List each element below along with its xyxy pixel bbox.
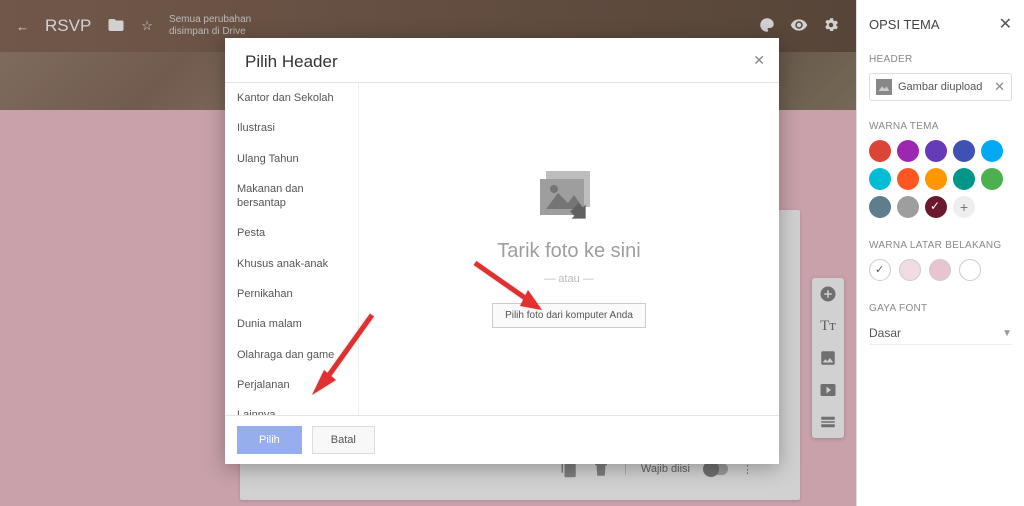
chevron-down-icon: ▼ xyxy=(1002,328,1012,339)
panel-title: OPSI TEMA xyxy=(869,17,940,32)
bg-swatch[interactable] xyxy=(959,259,981,281)
category-item[interactable]: Makanan dan bersantap xyxy=(225,174,358,219)
color-swatch[interactable] xyxy=(925,140,947,162)
confirm-button[interactable]: Pilih xyxy=(237,426,302,454)
header-image-chip[interactable]: Gambar diupload ✕ xyxy=(869,73,1012,101)
drop-zone[interactable]: Tarik foto ke sini — atau — Pilih foto d… xyxy=(359,83,779,415)
font-value: Dasar xyxy=(869,326,901,340)
category-item[interactable]: Olahraga dan game xyxy=(225,340,358,370)
category-item[interactable]: Pesta xyxy=(225,218,358,248)
color-swatch[interactable] xyxy=(925,168,947,190)
section-label-header: HEADER xyxy=(869,54,1012,65)
cancel-button[interactable]: Batal xyxy=(312,426,375,454)
drop-or: — atau — xyxy=(544,273,594,285)
category-list: Kantor dan Sekolah Ilustrasi Ulang Tahun… xyxy=(225,83,359,415)
section-label-bg-color: WARNA LATAR BELAKANG xyxy=(869,240,1012,251)
close-icon[interactable]: ✕ xyxy=(999,14,1012,34)
image-icon xyxy=(876,79,892,95)
category-item[interactable]: Ilustrasi xyxy=(225,113,358,143)
drop-title: Tarik foto ke sini xyxy=(497,240,640,263)
color-swatch[interactable] xyxy=(869,196,891,218)
category-item[interactable]: Ulang Tahun xyxy=(225,144,358,174)
section-label-theme-color: WARNA TEMA xyxy=(869,121,1012,132)
color-swatch[interactable] xyxy=(953,168,975,190)
chip-label: Gambar diupload xyxy=(898,81,982,93)
category-item[interactable]: Khusus anak-anak xyxy=(225,249,358,279)
dialog-title: Pilih Header xyxy=(245,52,338,71)
color-swatch[interactable] xyxy=(897,140,919,162)
add-color-button[interactable]: + xyxy=(953,196,975,218)
font-style-select[interactable]: Dasar ▼ xyxy=(869,322,1012,345)
category-item[interactable]: Pernikahan xyxy=(225,279,358,309)
color-swatch[interactable] xyxy=(897,196,919,218)
color-swatch-selected[interactable] xyxy=(925,196,947,218)
category-item[interactable]: Kantor dan Sekolah xyxy=(225,83,358,113)
section-label-font: GAYA FONT xyxy=(869,303,1012,314)
color-swatch[interactable] xyxy=(981,140,1003,162)
bg-color-swatches xyxy=(869,259,1012,281)
bg-swatch-selected[interactable] xyxy=(869,259,891,281)
color-swatch[interactable] xyxy=(869,140,891,162)
color-swatch[interactable] xyxy=(869,168,891,190)
color-swatch[interactable] xyxy=(897,168,919,190)
remove-header-icon[interactable]: ✕ xyxy=(994,79,1005,95)
category-item[interactable]: Lainnya xyxy=(225,400,358,415)
header-picker-dialog: Pilih Header ✕ Kantor dan Sekolah Ilustr… xyxy=(225,38,779,464)
color-swatch[interactable] xyxy=(953,140,975,162)
color-swatch[interactable] xyxy=(981,168,1003,190)
bg-swatch[interactable] xyxy=(929,259,951,281)
theme-options-panel: OPSI TEMA ✕ HEADER Gambar diupload ✕ WAR… xyxy=(856,0,1024,506)
category-item[interactable]: Perjalanan xyxy=(225,370,358,400)
theme-color-swatches: + xyxy=(869,140,1012,218)
category-item[interactable]: Dunia malam xyxy=(225,309,358,339)
close-icon[interactable]: ✕ xyxy=(753,52,765,69)
upload-placeholder-icon xyxy=(540,171,598,226)
pick-from-computer-button[interactable]: Pilih foto dari komputer Anda xyxy=(492,303,646,328)
bg-swatch[interactable] xyxy=(899,259,921,281)
